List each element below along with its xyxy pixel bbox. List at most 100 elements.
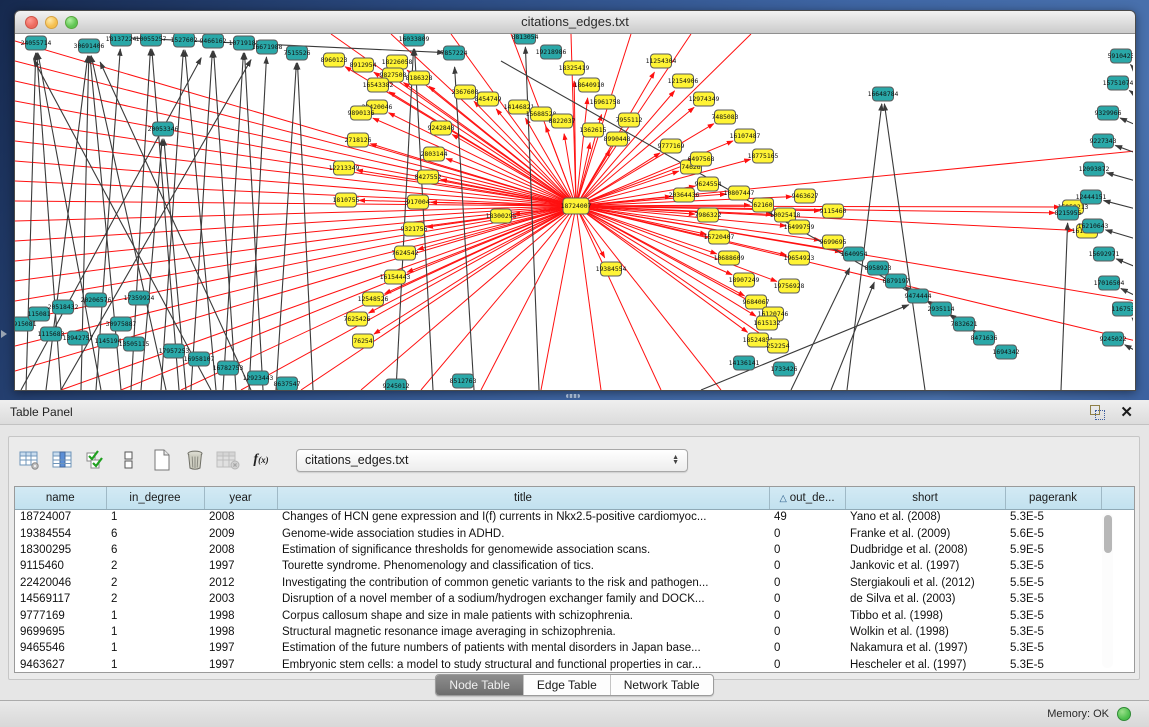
graph-node[interactable]: 20518432 [48, 300, 79, 314]
graph-node-selected[interactable]: 18775165 [748, 149, 779, 163]
graph-node-selected[interactable]: 20364436 [669, 188, 700, 202]
graph-node-selected[interactable]: 7485083 [712, 110, 739, 124]
graph-node[interactable]: 8512763 [450, 374, 477, 388]
column-header-filler[interactable] [1101, 487, 1134, 509]
graph-node[interactable]: 30691406 [74, 39, 105, 53]
graph-node-selected[interactable]: 9321756 [401, 222, 428, 236]
graph-node[interactable]: 16210643 [1078, 219, 1109, 233]
graph-node[interactable]: 1115683 [38, 327, 65, 341]
graph-node[interactable]: 9466162 [200, 34, 227, 48]
graph-node[interactable]: 15751074 [1103, 76, 1133, 90]
graph-node[interactable]: 20053346 [148, 122, 179, 136]
graph-node[interactable]: 1694342 [993, 345, 1020, 359]
column-header-name[interactable]: name [15, 487, 106, 509]
graph-node[interactable]: 19218986 [536, 45, 567, 59]
graph-node-selected[interactable]: 18907249 [729, 273, 760, 287]
graph-node-selected[interactable]: 12974349 [689, 92, 720, 106]
graph-node-selected[interactable]: 2803144 [421, 147, 448, 161]
graph-node-selected[interactable]: 16107487 [730, 129, 761, 143]
graph-node-selected[interactable]: 10807447 [724, 186, 755, 200]
graph-node-selected[interactable]: 18325419 [559, 61, 590, 75]
graph-node-selected[interactable]: 62160 [753, 198, 774, 212]
tab-edge-table[interactable]: Edge Table [523, 675, 610, 695]
graph-node[interactable]: 16033809 [399, 34, 430, 46]
graph-node-selected[interactable]: 9463627 [792, 189, 819, 203]
graph-node[interactable]: 8958923 [865, 261, 892, 275]
graph-node-selected[interactable]: 10688609 [714, 251, 745, 265]
graph-node-selected[interactable]: 9242848 [428, 121, 455, 135]
graph-node[interactable]: 20206576 [81, 293, 112, 307]
table-row[interactable]: 1456911722003Disruption of a novel membe… [15, 591, 1134, 607]
graph-node-selected[interactable]: 9699695 [820, 235, 847, 249]
graph-node-selected[interactable]: 16499759 [784, 220, 815, 234]
graph-node-selected[interactable]: 6497568 [688, 152, 715, 166]
panel-divider-grip[interactable] [566, 394, 580, 398]
network-window-titlebar[interactable]: citations_edges.txt [15, 11, 1135, 34]
graph-node-selected[interactable]: 16154443 [380, 270, 411, 284]
graph-node[interactable]: 17016504 [1094, 276, 1125, 290]
graph-node[interactable]: 9329966 [1095, 106, 1122, 120]
graph-node[interactable]: 8215955 [1055, 206, 1082, 220]
column-header-pagerank[interactable]: pagerank [1005, 487, 1101, 509]
graph-node[interactable]: 16671988 [252, 40, 283, 54]
graph-node-selected[interactable]: 917004 [406, 195, 429, 209]
graph-node[interactable]: 5910423 [1108, 49, 1133, 63]
close-panel-icon[interactable]: ✕ [1120, 400, 1133, 425]
graph-node-selected[interactable]: 18300295 [486, 209, 517, 223]
graph-node-selected[interactable]: 9624554 [695, 177, 722, 191]
graph-node[interactable]: 24055714 [21, 36, 52, 50]
graph-node-selected[interactable]: 9115460 [820, 204, 847, 218]
graph-node-selected[interactable]: 9890136 [348, 106, 375, 120]
function-builder-icon[interactable]: f(x) [247, 447, 275, 474]
column-header-out_de...[interactable]: △out_de... [769, 487, 845, 509]
citation-network-graph[interactable]: 8960123891295418226058982750816543382818… [15, 34, 1133, 390]
graph-node-selected[interactable]: 7624542 [392, 246, 419, 260]
graph-node[interactable]: 16648784 [868, 87, 899, 101]
graph-node[interactable]: 12444151 [1076, 190, 1107, 204]
graph-node[interactable]: 6879197 [883, 274, 910, 288]
graph-node[interactable]: 2935114 [928, 302, 955, 316]
graph-node[interactable]: 13942757 [63, 331, 94, 345]
graph-node[interactable]: 8637547 [274, 377, 301, 390]
graph-node[interactable]: 12093872 [1079, 162, 1110, 176]
table-row[interactable]: 1872400712008Changes of HCN gene express… [15, 509, 1134, 525]
graph-node-selected[interactable]: 8454749 [475, 92, 502, 106]
create-column-icon[interactable] [148, 447, 176, 474]
delete-columns-icon[interactable] [181, 447, 209, 474]
graph-node-selected[interactable]: 2718126 [345, 133, 372, 147]
graph-node[interactable]: 1527602 [171, 34, 198, 47]
graph-node[interactable]: 1145194 [95, 334, 122, 348]
graph-node[interactable]: 9245022 [1100, 332, 1127, 346]
network-file-select[interactable]: citations_edges.txt ▲▼ [296, 449, 688, 472]
float-panel-icon[interactable] [1090, 405, 1105, 420]
graph-node[interactable]: 8813054 [512, 34, 539, 44]
graph-node-selected[interactable]: 8427552 [415, 170, 442, 184]
graph-node-selected[interactable]: 252254 [766, 339, 789, 353]
network-canvas[interactable]: 8960123891295418226058982750816543382818… [15, 34, 1135, 390]
graph-node[interactable]: 9245012 [383, 379, 410, 390]
graph-node-selected[interactable]: 8990448 [604, 132, 631, 146]
graph-node-selected[interactable]: 8186328 [406, 71, 433, 85]
graph-node[interactable]: 30975887 [106, 317, 137, 331]
table-row[interactable]: 1938455462009Genome-wide association stu… [15, 525, 1134, 541]
graph-node-selected[interactable]: 18640910 [574, 78, 605, 92]
graph-node-selected[interactable]: 7955112 [616, 113, 643, 127]
table-row[interactable]: 977716911998Corpus callosum shape and si… [15, 607, 1134, 623]
graph-node-selected[interactable]: 12548526 [358, 292, 389, 306]
graph-node[interactable]: 10055257 [136, 34, 167, 46]
column-header-year[interactable]: year [204, 487, 277, 509]
panel-collapse-arrow-icon[interactable] [1, 330, 7, 338]
table-scrollbar-thumb[interactable] [1104, 515, 1112, 553]
graph-node[interactable]: 1733426 [771, 362, 798, 376]
graph-node-selected[interactable]: 1615132 [754, 316, 781, 330]
graph-node-selected[interactable]: 18226058 [382, 55, 413, 69]
column-header-title[interactable]: title [277, 487, 769, 509]
table-row[interactable]: 2242004622012Investigating the contribut… [15, 575, 1134, 591]
column-header-short[interactable]: short [845, 487, 1005, 509]
graph-node[interactable]: 7857224 [441, 46, 468, 60]
graph-node-selected[interactable]: 7986322 [695, 208, 722, 222]
graph-node[interactable]: 18137224 [106, 34, 137, 46]
zoom-button[interactable] [65, 16, 78, 29]
table-row[interactable]: 911546021997Tourette syndrome. Phenomeno… [15, 558, 1134, 574]
column-header-in_degree[interactable]: in_degree [106, 487, 204, 509]
